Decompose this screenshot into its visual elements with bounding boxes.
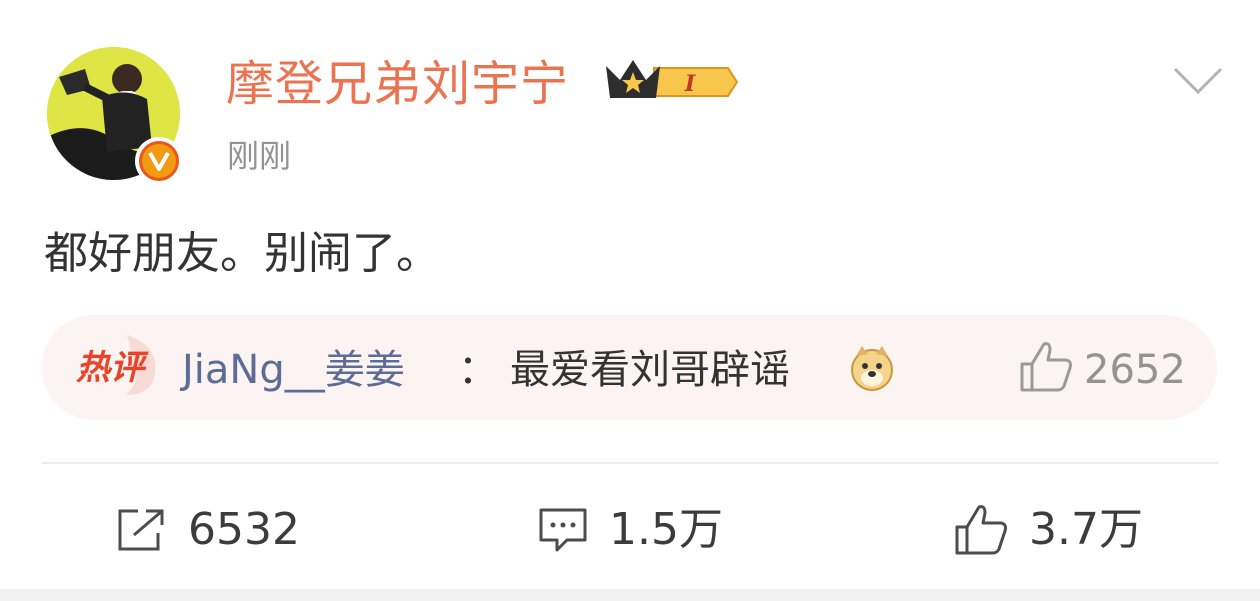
crown-vip-icon[interactable]: I	[604, 58, 739, 110]
hot-badge-label: 热评	[76, 348, 149, 388]
repost-button[interactable]: 6532	[116, 500, 300, 560]
thumb-up-icon	[955, 505, 1007, 555]
chevron-down-icon[interactable]	[1172, 66, 1224, 100]
post-time: 刚刚	[227, 137, 292, 175]
post-text: 都好朋友。别闹了。	[44, 228, 440, 279]
comment-colon: ：	[458, 347, 498, 393]
repost-count: 6532	[188, 504, 300, 555]
divider	[42, 462, 1218, 464]
like-count: 3.7万	[1029, 504, 1143, 555]
footer-separator	[0, 589, 1260, 601]
like-button[interactable]: 3.7万	[953, 500, 1143, 560]
comment-count: 1.5万	[609, 504, 723, 555]
doge-emoji-icon	[848, 344, 896, 396]
comment-username[interactable]: JiaNg__姜姜	[182, 345, 405, 395]
hot-comment-icon: 热评	[72, 329, 172, 403]
comment-text: 最爱看刘哥辟谣	[510, 347, 790, 393]
comment-button[interactable]: 1.5万	[537, 500, 723, 560]
comment-icon	[539, 508, 587, 552]
repost-icon	[118, 509, 164, 551]
comment-like-count: 2652	[1084, 347, 1186, 393]
vip-level: I	[684, 71, 696, 97]
hot-comment[interactable]: 热评 JiaNg__姜姜 ： 最爱看刘哥辟谣 2652	[42, 315, 1217, 420]
verified-v-icon	[135, 137, 183, 185]
author-name[interactable]: 摩登兄弟刘宇宁	[226, 56, 569, 112]
thumb-up-icon[interactable]	[1018, 340, 1074, 398]
